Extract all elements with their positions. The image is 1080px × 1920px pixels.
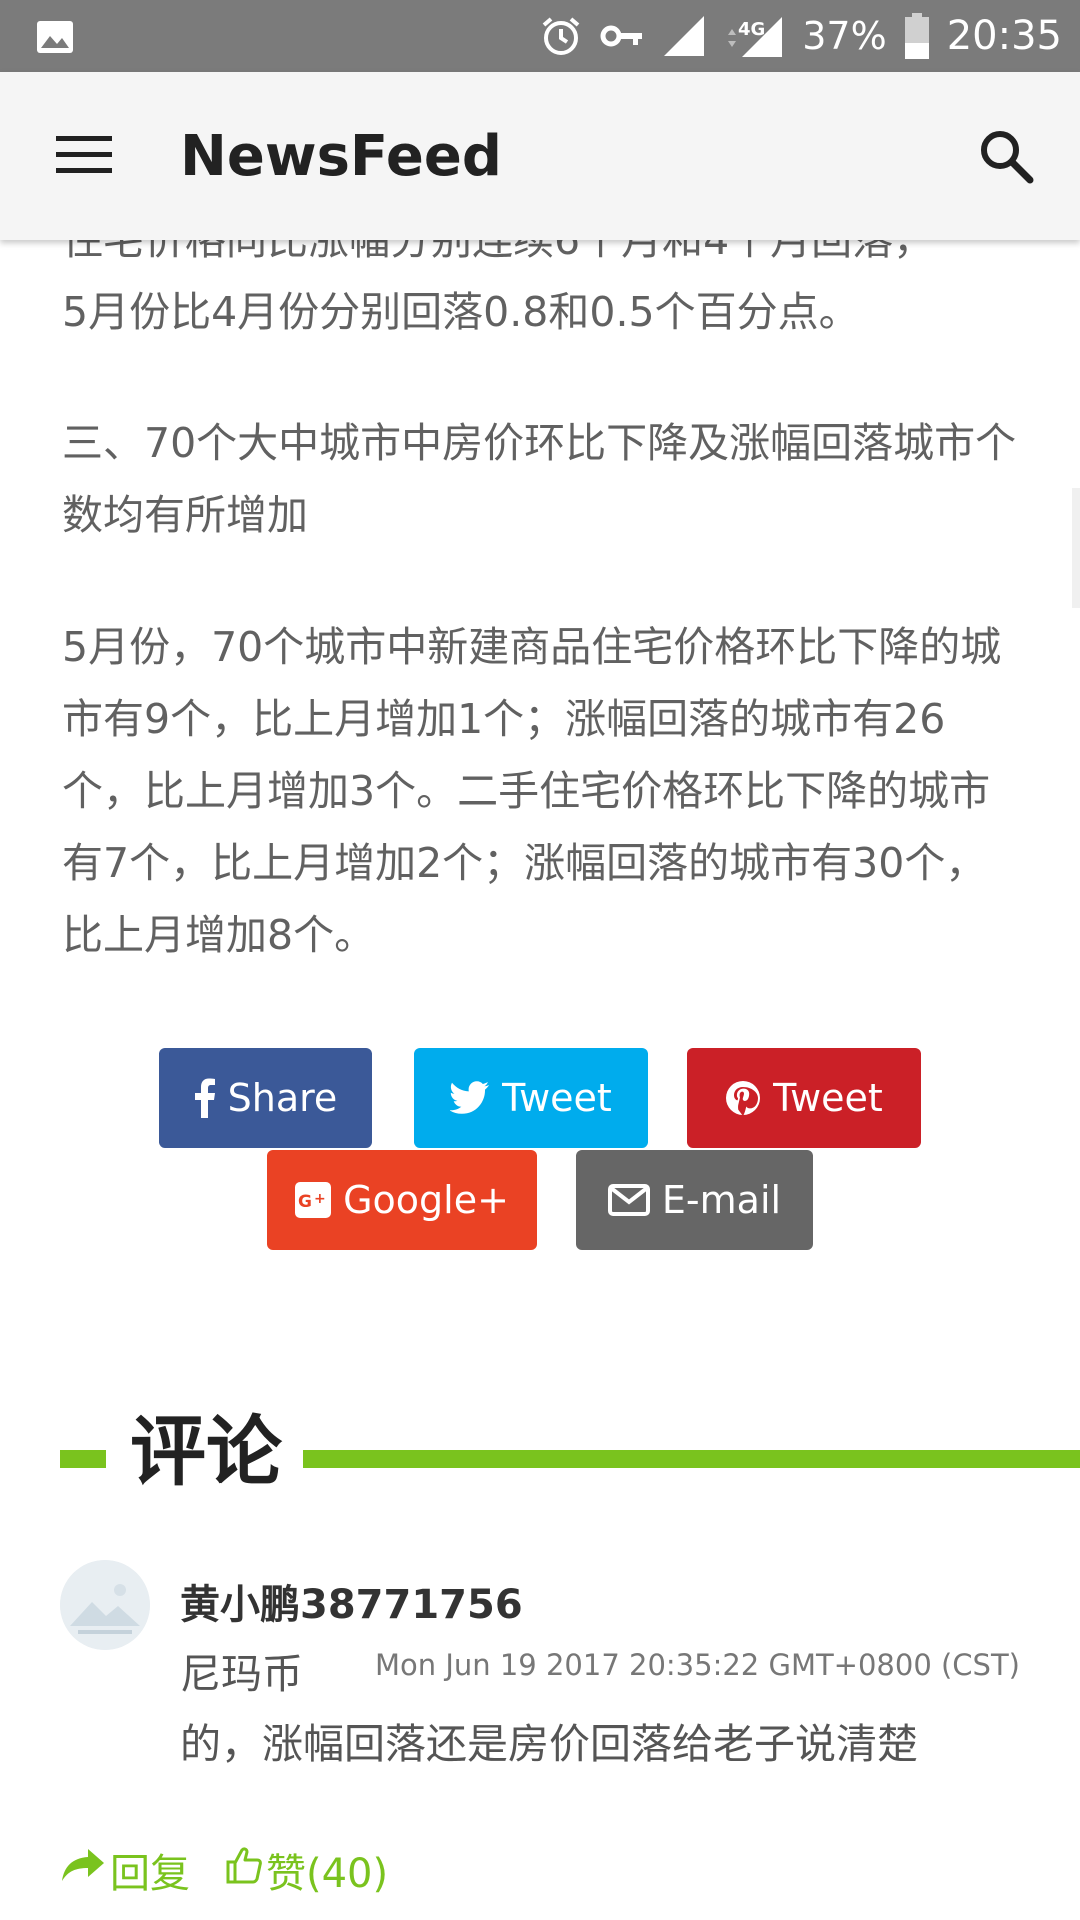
article-text-line: 住宅价格同比涨幅分别连续6个月和4个月回落， <box>62 240 935 264</box>
comment-actions: 回复 赞(40) <box>60 1840 388 1900</box>
twitter-tweet-button[interactable]: Tweet <box>414 1048 648 1148</box>
image-icon <box>36 20 74 54</box>
article-paragraph-1: 住宅价格同比涨幅分别连续6个月和4个月回落， 5月份比4月份分别回落0.8和0.… <box>62 240 1022 355</box>
pinterest-icon <box>725 1080 761 1116</box>
alarm-icon <box>540 15 582 57</box>
comment-text: 的，涨幅回落还是房价回落给老子说清楚 <box>180 1720 918 1768</box>
menu-icon[interactable] <box>56 134 112 174</box>
email-share-button[interactable]: E-mail <box>576 1150 813 1250</box>
reply-button[interactable]: 回复 <box>60 1841 190 1899</box>
facebook-share-button[interactable]: Share <box>159 1048 372 1148</box>
app-bar: NewsFeed <box>0 72 1080 240</box>
email-share-label: E-mail <box>661 1178 782 1222</box>
article-body: 住宅价格同比涨幅分别连续6个月和4个月回落， 5月份比4月份分别回落0.8和0.… <box>62 240 1022 971</box>
heading-accent-bar <box>303 1450 1080 1468</box>
googleplus-icon: G + <box>295 1182 332 1218</box>
key-icon <box>600 21 644 51</box>
reply-label: 回复 <box>110 1851 190 1897</box>
twitter-tweet-label: Tweet <box>502 1076 612 1120</box>
envelope-icon <box>607 1184 650 1216</box>
thumbs-up-icon <box>226 1846 262 1894</box>
article-paragraph-3: 5月份，70个城市中新建商品住宅价格环比下降的城市有9个，比上月增加1个；涨幅回… <box>62 623 1002 959</box>
heading-accent-bar <box>60 1450 106 1468</box>
comment-date: Mon Jun 19 2017 20:35:22 GMT+0800 (CST) <box>374 1648 1020 1682</box>
scroll-indicator <box>1072 488 1080 608</box>
reply-arrow-icon <box>60 1847 106 1893</box>
signal-icon <box>662 14 706 58</box>
battery-percentage: 37% <box>802 14 887 58</box>
svg-text:G: G <box>298 1192 312 1212</box>
clock: 20:35 <box>946 13 1062 59</box>
facebook-share-label: Share <box>227 1076 338 1120</box>
like-count-label: 赞(40) <box>266 1851 389 1897</box>
like-button[interactable]: 赞(40) <box>226 1841 388 1899</box>
avatar[interactable] <box>60 1560 150 1650</box>
network-4g-icon: 4G <box>724 13 784 59</box>
comment-author[interactable]: 黄小鹏38771756 <box>180 1572 523 1630</box>
app-title: NewsFeed <box>180 124 502 189</box>
googleplus-share-label: Google+ <box>343 1178 509 1222</box>
googleplus-share-button[interactable]: G + Google+ <box>267 1150 537 1250</box>
comments-heading: 评论 <box>60 1390 1080 1496</box>
pinterest-share-button[interactable]: Tweet <box>687 1048 921 1148</box>
svg-text:+: + <box>314 1191 326 1207</box>
article-text-line: 5月份比4月份分别回落0.8和0.5个百分点。 <box>62 288 860 336</box>
svg-text:4G: 4G <box>738 19 765 40</box>
comments-title: 评论 <box>130 1407 282 1496</box>
facebook-icon <box>194 1078 216 1118</box>
comment-text: 尼玛币 <box>180 1650 303 1698</box>
article-paragraph-2: 三、70个大中城市中房价环比下降及涨幅回落城市个数均有所增加 <box>62 419 1017 539</box>
battery-icon <box>904 13 929 59</box>
search-icon[interactable] <box>976 126 1036 186</box>
twitter-icon <box>450 1081 490 1115</box>
pinterest-tweet-label: Tweet <box>773 1076 883 1120</box>
status-bar: 4G 37% 20:35 <box>0 0 1080 72</box>
